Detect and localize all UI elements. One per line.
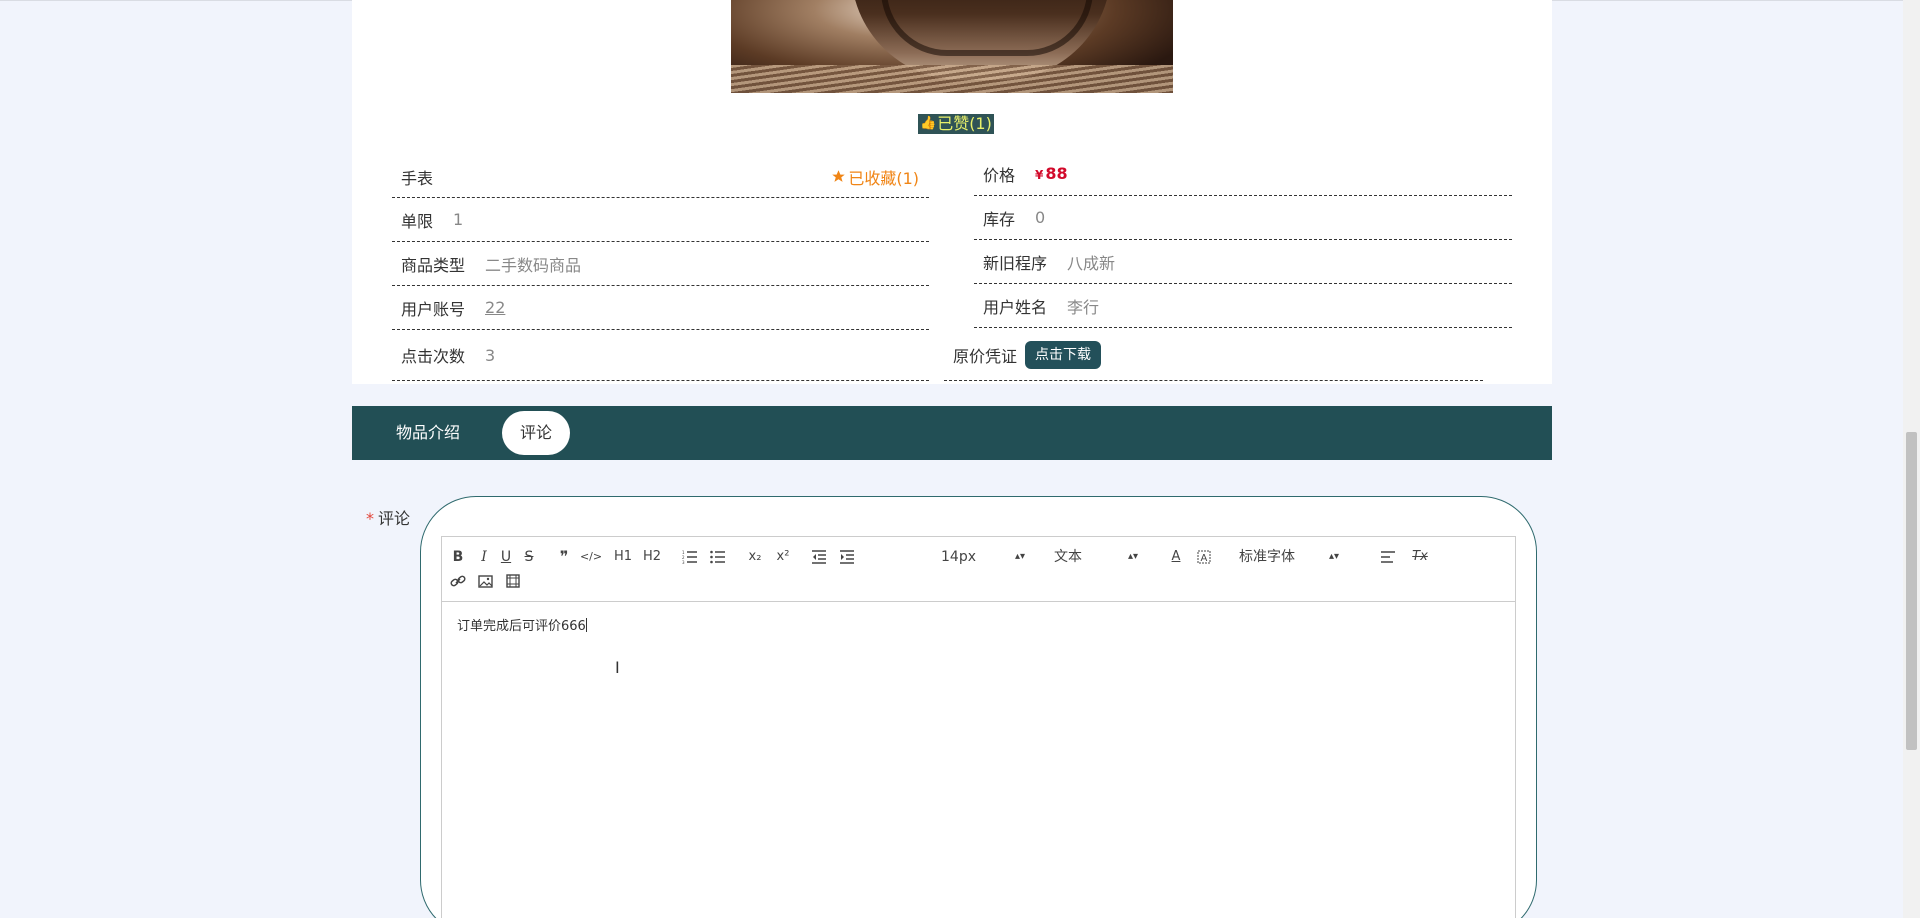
font-family-value: 标准字体 bbox=[1239, 549, 1295, 565]
header-value: 文本 bbox=[1054, 549, 1082, 565]
tab-comments[interactable]: 评论 bbox=[502, 411, 571, 455]
editor-toolbar: B I U S ❞ </> H1 H2 123 x₂ x² 14px ▴▾ 文本… bbox=[442, 537, 1515, 602]
font-size-picker[interactable]: 14px ▴▾ bbox=[941, 547, 1025, 567]
stock-label: 库存 bbox=[983, 209, 1016, 229]
align-button[interactable] bbox=[1377, 547, 1399, 567]
comment-label-text: 评论 bbox=[378, 509, 411, 528]
svg-text:3: 3 bbox=[682, 560, 685, 564]
required-mark: * bbox=[366, 509, 374, 528]
text-color-button[interactable]: A bbox=[1165, 547, 1187, 567]
picker-arrows-icon: ▴▾ bbox=[1328, 551, 1339, 562]
like-label: 已赞(1) bbox=[937, 114, 992, 133]
indent-button[interactable] bbox=[836, 547, 858, 567]
outdent-icon bbox=[812, 550, 826, 564]
limit-value: 1 bbox=[453, 210, 464, 229]
price-label: 价格 bbox=[983, 165, 1016, 185]
price-amount: 88 bbox=[1045, 164, 1068, 183]
bold-button[interactable]: B bbox=[447, 547, 469, 567]
stock-row: 库存 0 bbox=[974, 196, 1512, 240]
outdent-button[interactable] bbox=[808, 547, 830, 567]
clicks-label: 点击次数 bbox=[401, 347, 466, 366]
condition-value: 八成新 bbox=[1067, 253, 1116, 273]
font-family-picker[interactable]: 标准字体 ▴▾ bbox=[1239, 547, 1339, 567]
bullet-list-button[interactable] bbox=[707, 547, 729, 567]
tab-introduction[interactable]: 物品介绍 bbox=[378, 411, 478, 455]
condition-row: 新旧程序 八成新 bbox=[974, 240, 1512, 284]
code-block-button[interactable]: </> bbox=[580, 547, 602, 567]
video-button[interactable] bbox=[502, 571, 524, 591]
username-value: 李行 bbox=[1067, 297, 1100, 317]
limit-row: 单限 1 bbox=[392, 198, 929, 242]
rich-text-editor: B I U S ❞ </> H1 H2 123 x₂ x² 14px ▴▾ 文本… bbox=[441, 536, 1516, 918]
blockquote-button[interactable]: ❞ bbox=[553, 547, 575, 567]
like-button[interactable]: 👍 已赞(1) bbox=[918, 114, 994, 134]
product-name-row: 手表 已收藏(1) bbox=[392, 156, 929, 198]
account-link[interactable]: 22 bbox=[485, 298, 505, 317]
scrollbar-thumb[interactable] bbox=[1906, 432, 1917, 750]
username-row: 用户姓名 李行 bbox=[974, 284, 1512, 328]
text-caret bbox=[585, 618, 587, 632]
limit-label: 单限 bbox=[401, 211, 434, 231]
favorite-button[interactable]: 已收藏(1) bbox=[831, 165, 919, 189]
price-row: 价格 ¥88 bbox=[974, 152, 1512, 196]
header1-button[interactable]: H1 bbox=[612, 547, 634, 567]
image-button[interactable] bbox=[474, 571, 496, 591]
video-icon bbox=[506, 574, 520, 588]
category-row: 商品类型 二手数码商品 bbox=[392, 242, 929, 286]
svg-text:A: A bbox=[1201, 553, 1208, 564]
voucher-label: 原价凭证 bbox=[953, 347, 1018, 366]
ordered-list-icon: 123 bbox=[682, 550, 697, 564]
background-color-button[interactable]: A bbox=[1193, 547, 1215, 567]
account-row: 用户账号 22 bbox=[392, 286, 929, 330]
thumbs-up-icon: 👍 bbox=[920, 116, 937, 131]
align-left-icon bbox=[1381, 551, 1395, 563]
clicks-value: 3 bbox=[485, 345, 496, 365]
product-name: 手表 bbox=[401, 168, 434, 188]
picker-arrows-icon: ▴▾ bbox=[1127, 551, 1138, 562]
tabs-bar: 物品介绍 评论 bbox=[352, 406, 1552, 460]
picker-arrows-icon: ▴▾ bbox=[1014, 551, 1025, 562]
currency-symbol: ¥ bbox=[1035, 168, 1044, 182]
favorite-label: 已收藏(1) bbox=[848, 168, 919, 188]
header2-button[interactable]: H2 bbox=[641, 547, 663, 567]
editor-content[interactable]: 订单完成后可评价666 I bbox=[442, 602, 1515, 918]
underline-button[interactable]: U bbox=[495, 547, 517, 567]
indent-icon bbox=[840, 550, 854, 564]
category-value: 二手数码商品 bbox=[485, 255, 582, 275]
voucher-row: 原价凭证 点击下载 bbox=[944, 330, 1483, 381]
image-book-pages bbox=[731, 65, 1173, 93]
clicks-row: 点击次数 3 bbox=[392, 330, 929, 381]
account-label: 用户账号 bbox=[401, 299, 466, 319]
download-button[interactable]: 点击下载 bbox=[1025, 341, 1102, 369]
superscript-button[interactable]: x² bbox=[772, 547, 794, 567]
italic-button[interactable]: I bbox=[473, 547, 495, 567]
subscript-button[interactable]: x₂ bbox=[744, 547, 766, 567]
header-picker[interactable]: 文本 ▴▾ bbox=[1054, 547, 1138, 567]
comment-field-label: * 评论 bbox=[366, 505, 410, 529]
page-scrollbar[interactable] bbox=[1903, 0, 1920, 918]
product-image bbox=[731, 0, 1173, 93]
username-label: 用户姓名 bbox=[983, 297, 1048, 317]
image-icon bbox=[477, 574, 493, 588]
ordered-list-button[interactable]: 123 bbox=[679, 547, 701, 567]
clean-format-button[interactable]: Tx bbox=[1409, 547, 1431, 567]
stock-value: 0 bbox=[1035, 208, 1046, 227]
condition-label: 新旧程序 bbox=[983, 253, 1048, 273]
category-label: 商品类型 bbox=[401, 255, 466, 275]
font-size-value: 14px bbox=[941, 549, 976, 565]
bullet-list-icon bbox=[710, 550, 725, 564]
highlight-icon: A bbox=[1197, 550, 1211, 564]
star-icon bbox=[832, 170, 846, 182]
link-icon bbox=[450, 575, 466, 587]
comment-text: 订单完成后可评价666 bbox=[457, 619, 586, 634]
strike-button[interactable]: S bbox=[518, 547, 540, 567]
price-value: ¥88 bbox=[1035, 164, 1068, 183]
link-button[interactable] bbox=[447, 571, 469, 591]
ibeam-cursor-icon: I bbox=[615, 658, 620, 677]
